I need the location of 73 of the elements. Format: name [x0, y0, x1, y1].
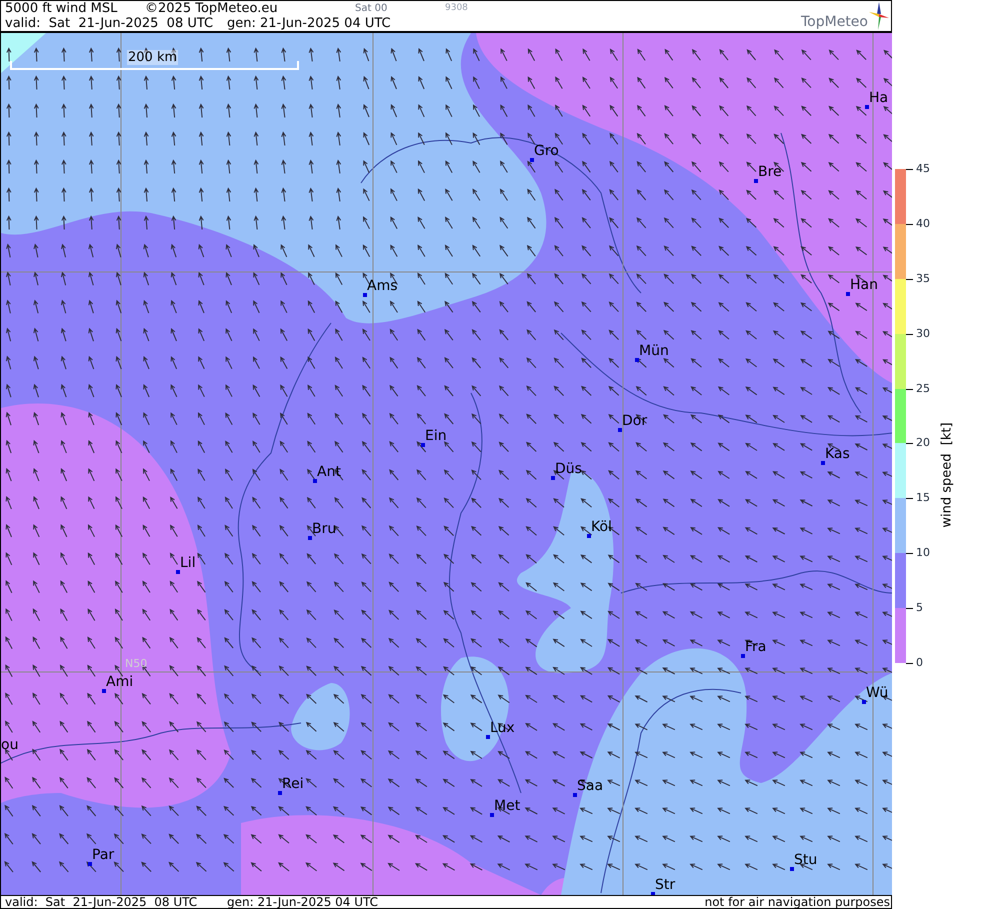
city-label: Bru	[312, 521, 336, 537]
generated-time: gen: 21-Jun-2025 04 UTC	[227, 896, 378, 908]
city-marker	[308, 536, 312, 540]
scale-label: 10	[916, 547, 930, 560]
city-label: Lil	[180, 555, 196, 571]
city-label: Saa	[577, 778, 604, 794]
city-label: Köl	[591, 519, 612, 535]
city-marker	[790, 867, 794, 871]
city-marker	[88, 862, 92, 866]
scale-label: 45	[916, 163, 930, 175]
pinwheel-icon	[869, 2, 889, 30]
city-label: Ein	[425, 428, 447, 444]
city-label: Ha	[869, 90, 888, 106]
grid-label: N50	[125, 658, 148, 670]
scale-label: 30	[916, 328, 930, 340]
city-marker	[754, 179, 758, 183]
valid-time: valid: Sat 21-Jun-2025 08 UTC	[5, 16, 214, 31]
city-marker	[635, 358, 639, 362]
city-label: Gro	[534, 143, 559, 159]
city-marker	[490, 813, 494, 817]
city-marker	[573, 793, 577, 797]
city-label: Lux	[490, 720, 515, 736]
city-label: Ami	[106, 674, 134, 690]
city-label: Mün	[639, 343, 669, 359]
city-marker	[278, 791, 282, 795]
disclaimer-text: not for air navigation purposes	[704, 896, 890, 908]
city-label: Fra	[745, 639, 766, 655]
city-label: Par	[92, 847, 114, 863]
scale-label: 200 km	[127, 50, 178, 65]
scale-label: 15	[916, 492, 930, 504]
city-marker	[363, 293, 367, 297]
city-marker	[846, 292, 850, 296]
city-marker	[865, 105, 869, 109]
city-marker	[587, 534, 591, 538]
scale-label: 25	[916, 382, 930, 395]
legend-title: wind speed [kt]	[938, 422, 956, 528]
city-marker	[862, 700, 866, 704]
logo-text: TopMeteo	[801, 14, 868, 30]
city-label: Han	[850, 277, 878, 293]
wind-speed-zone	[291, 683, 350, 750]
scale-label: 35	[916, 272, 930, 285]
city-label: Wü	[866, 685, 888, 701]
scale-label: 20	[916, 437, 930, 450]
city-label: Met	[494, 798, 520, 814]
city-label: Bre	[758, 164, 782, 180]
city-label: Kas	[825, 446, 850, 462]
city-label: Stu	[794, 852, 818, 868]
city-label: Str	[655, 877, 676, 893]
city-label: ou	[1, 737, 18, 753]
run-label: Sat 00	[355, 2, 388, 16]
city-label: Dor	[622, 413, 648, 429]
city-marker	[176, 570, 180, 574]
generated-time: gen: 21-Jun-2025 04 UTC	[227, 16, 391, 31]
city-marker	[821, 461, 825, 465]
city-marker	[421, 443, 425, 447]
scale-label: 40	[916, 218, 930, 230]
city-marker	[530, 158, 534, 162]
city-label: Düs	[555, 461, 582, 477]
city-marker	[741, 654, 745, 658]
copyright-text: ©2025 TopMeteo.eu	[145, 1, 279, 16]
code-label: 9308	[445, 2, 468, 15]
city-label: Ams	[367, 278, 398, 294]
city-label: Rei	[282, 776, 304, 792]
scale-label: 0	[916, 657, 923, 669]
city-marker	[551, 476, 555, 480]
scale-label: 5	[916, 602, 923, 614]
city-marker	[651, 892, 655, 895]
city-marker	[486, 735, 490, 739]
city-marker	[102, 689, 106, 693]
valid-time: valid: Sat 21-Jun-2025 08 UTC	[5, 896, 198, 908]
city-marker	[618, 428, 622, 432]
city-marker	[313, 479, 317, 483]
map-title: 5000 ft wind MSL	[5, 1, 118, 16]
